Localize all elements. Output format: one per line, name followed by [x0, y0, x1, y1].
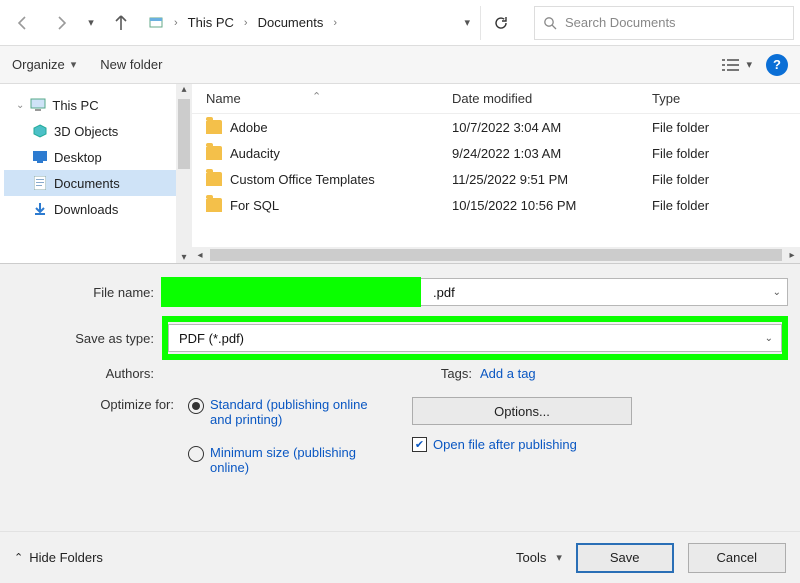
file-date: 11/25/2022 9:51 PM	[452, 172, 652, 187]
filename-input[interactable]: .pdf ⌄	[162, 278, 788, 306]
authors-label: Authors:	[12, 366, 162, 381]
file-type: File folder	[652, 198, 786, 213]
scroll-thumb[interactable]	[210, 249, 782, 261]
file-date: 10/15/2022 10:56 PM	[452, 198, 652, 213]
recent-locations-dropdown[interactable]: ▾	[82, 6, 100, 40]
location-icon	[148, 15, 164, 31]
file-browser: ⌄ This PC 3D Objects Desktop Documents	[0, 84, 800, 264]
refresh-button[interactable]	[480, 6, 520, 40]
column-name[interactable]: Name	[206, 91, 241, 106]
back-button[interactable]	[6, 6, 40, 40]
download-icon	[32, 201, 48, 217]
tags-label: Tags:	[430, 366, 480, 381]
optimize-standard-radio[interactable]: Standard (publishing online and printing…	[188, 397, 380, 427]
toolbar: Organize▾ New folder ▾ ?	[0, 46, 800, 84]
horizontal-scrollbar[interactable]: ◂ ▸	[192, 247, 800, 263]
tools-menu[interactable]: Tools ▾	[516, 550, 562, 565]
tree-item-desktop[interactable]: Desktop	[4, 144, 192, 170]
folder-icon	[206, 198, 222, 212]
highlight-overlay	[161, 277, 421, 307]
file-name: Adobe	[230, 120, 268, 135]
navigation-tree: ⌄ This PC 3D Objects Desktop Documents	[0, 84, 192, 263]
chevron-right-icon: ›	[242, 17, 250, 29]
column-type[interactable]: Type	[652, 91, 786, 106]
file-name: Audacity	[230, 146, 280, 161]
cube-icon	[32, 123, 48, 139]
forward-button[interactable]	[44, 6, 78, 40]
sort-ascending-icon: ⌃	[312, 90, 321, 103]
file-type: File folder	[652, 146, 786, 161]
table-row[interactable]: Audacity 9/24/2022 1:03 AMFile folder	[192, 140, 800, 166]
save-button[interactable]: Save	[576, 543, 674, 573]
caret-icon: ⌄	[16, 100, 24, 111]
tree-item-documents[interactable]: Documents	[4, 170, 192, 196]
table-row[interactable]: Adobe 10/7/2022 3:04 AMFile folder	[192, 114, 800, 140]
folder-icon	[206, 146, 222, 160]
scroll-up-icon[interactable]: ▴	[181, 84, 186, 95]
file-date: 9/24/2022 1:03 AM	[452, 146, 652, 161]
chevron-down-icon[interactable]: ⌄	[773, 287, 781, 298]
breadcrumb-segment[interactable]: Documents	[258, 15, 324, 30]
table-row[interactable]: Custom Office Templates 11/25/2022 9:51 P…	[192, 166, 800, 192]
scroll-right-icon[interactable]: ▸	[784, 250, 800, 261]
optimize-label: Optimize for:	[12, 397, 182, 475]
new-folder-button[interactable]: New folder	[100, 57, 162, 72]
search-icon	[543, 16, 557, 30]
pc-icon	[30, 97, 46, 113]
tree-scrollbar[interactable]: ▴ ▾	[176, 84, 192, 263]
help-button[interactable]: ?	[766, 54, 788, 76]
chevron-down-icon[interactable]: ⌄	[765, 333, 773, 344]
path-dropdown[interactable]: ▾	[464, 16, 470, 29]
saveastype-dropdown[interactable]: PDF (*.pdf) ⌄	[168, 324, 782, 352]
desktop-icon	[32, 149, 48, 165]
scroll-down-icon[interactable]: ▾	[181, 252, 186, 263]
save-form: File name: .pdf ⌄ Save as type: PDF (*.p…	[0, 264, 800, 475]
open-after-checkbox[interactable]: ✔ Open file after publishing	[412, 437, 788, 452]
dialog-footer: ⌃ Hide Folders Tools ▾ Save Cancel	[0, 531, 800, 583]
organize-menu[interactable]: Organize▾	[12, 57, 76, 72]
saveastype-highlight: PDF (*.pdf) ⌄	[162, 316, 788, 360]
options-button[interactable]: Options...	[412, 397, 632, 425]
view-options[interactable]: ▾	[722, 58, 752, 72]
breadcrumb-segment[interactable]: This PC	[188, 15, 234, 30]
search-input[interactable]: Search Documents	[534, 6, 794, 40]
saveastype-value: PDF (*.pdf)	[179, 331, 244, 346]
filename-text: .pdf	[433, 285, 455, 300]
chevron-up-icon: ⌃	[14, 551, 23, 564]
tree-item-3d-objects[interactable]: 3D Objects	[4, 118, 192, 144]
chevron-right-icon: ›	[172, 17, 180, 29]
file-name: Custom Office Templates	[230, 172, 375, 187]
folder-icon	[206, 120, 222, 134]
file-date: 10/7/2022 3:04 AM	[452, 120, 652, 135]
list-header[interactable]: ⌃ Name Date modified Type	[192, 84, 800, 114]
address-bar: ▾ › This PC › Documents › ▾ Search Docum…	[0, 0, 800, 46]
hide-folders-toggle[interactable]: ⌃ Hide Folders	[14, 550, 103, 565]
column-date[interactable]: Date modified	[452, 91, 652, 106]
file-name: For SQL	[230, 198, 279, 213]
folder-icon	[206, 172, 222, 186]
radio-icon	[188, 398, 204, 414]
radio-icon	[188, 446, 204, 462]
file-list: ⌃ Name Date modified Type Adobe 10/7/2022…	[192, 84, 800, 263]
scroll-thumb[interactable]	[178, 99, 190, 169]
checkbox-icon: ✔	[412, 437, 427, 452]
table-row[interactable]: For SQL 10/15/2022 10:56 PMFile folder	[192, 192, 800, 218]
optimize-minimum-radio[interactable]: Minimum size (publishing online)	[188, 445, 380, 475]
breadcrumb[interactable]: › This PC › Documents › ▾	[142, 6, 476, 40]
tree-item-this-pc[interactable]: ⌄ This PC	[4, 92, 192, 118]
filename-label: File name:	[12, 285, 162, 300]
document-icon	[32, 175, 48, 191]
scroll-left-icon[interactable]: ◂	[192, 250, 208, 261]
up-button[interactable]	[104, 6, 138, 40]
saveastype-label: Save as type:	[12, 331, 162, 346]
chevron-right-icon: ›	[331, 17, 339, 29]
cancel-button[interactable]: Cancel	[688, 543, 786, 573]
file-type: File folder	[652, 120, 786, 135]
file-type: File folder	[652, 172, 786, 187]
tree-item-downloads[interactable]: Downloads	[4, 196, 192, 222]
search-placeholder: Search Documents	[565, 15, 676, 30]
tags-value[interactable]: Add a tag	[480, 366, 536, 381]
